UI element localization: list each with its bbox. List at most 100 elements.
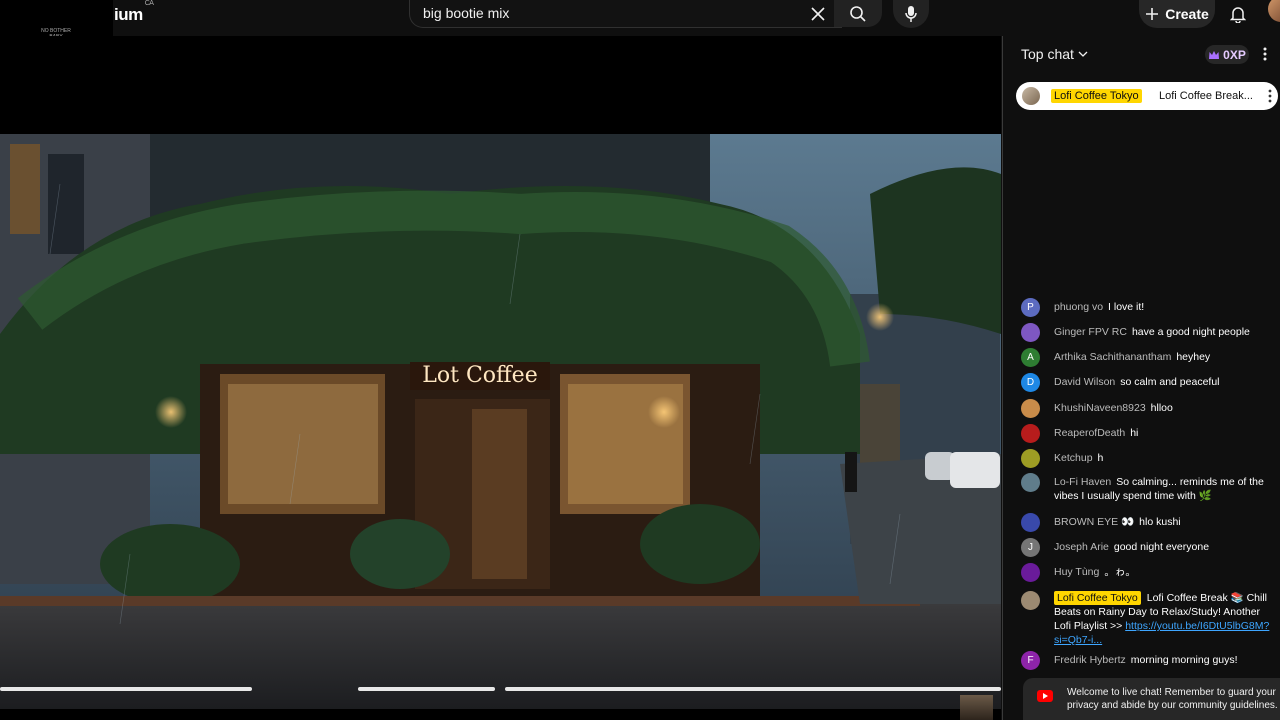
- chat-message[interactable]: A Arthika Sachithanantham heyhey: [1003, 348, 1280, 368]
- pinned-message[interactable]: Lofi Coffee Tokyo Lofi Coffee Break...: [1016, 82, 1278, 110]
- message-text: morning morning guys!: [1130, 654, 1238, 666]
- message-author[interactable]: Huy Tùng: [1054, 566, 1099, 578]
- message-line: BROWN EYE 👀 hlo kushi: [1054, 515, 1276, 529]
- message-author[interactable]: Arthika Sachithanantham: [1054, 351, 1171, 363]
- message-author[interactable]: KhushiNaveen8923: [1054, 402, 1146, 414]
- chat-message[interactable]: Ginger FPV RC have a good night people: [1003, 323, 1280, 343]
- chat-message[interactable]: ReaperofDeath hi: [1003, 424, 1280, 444]
- chat-title: Top chat: [1021, 46, 1074, 62]
- chat-message[interactable]: KhushiNaveen8923 hlloo: [1003, 399, 1280, 419]
- message-text: have a good night people: [1131, 326, 1250, 338]
- welcome-text: Welcome to live chat! Remember to guard …: [1067, 687, 1278, 711]
- avatar[interactable]: A: [1021, 348, 1040, 367]
- chat-message[interactable]: Pphuong vo I love it!: [1003, 298, 1280, 318]
- message-text: so calm and peaceful: [1120, 376, 1220, 388]
- message-author[interactable]: Joseph Arie: [1054, 541, 1109, 553]
- chat-message[interactable]: F Fredrik Hybertz morning morning guys!: [1003, 651, 1280, 671]
- message-text: I love it!: [1108, 301, 1145, 313]
- video-frame[interactable]: Lot Coffee: [0, 134, 1001, 709]
- notifications-button[interactable]: [1224, 2, 1252, 26]
- xp-badge[interactable]: 0XP: [1205, 45, 1249, 64]
- clear-search-button[interactable]: [806, 2, 830, 26]
- bell-icon: [1230, 7, 1246, 23]
- welcome-banner: Welcome to live chat! Remember to guard …: [1023, 678, 1280, 720]
- message-author[interactable]: Ginger FPV RC: [1054, 326, 1127, 338]
- message-author[interactable]: BROWN EYE 👀: [1054, 516, 1134, 528]
- search-button[interactable]: [834, 0, 882, 27]
- message-line: Fredrik Hybertz morning morning guys!: [1054, 653, 1276, 667]
- message-line: Huy Tùng 。ゎ。: [1054, 565, 1276, 579]
- avatar[interactable]: [1021, 563, 1040, 582]
- message-line: phuong vo I love it!: [1054, 300, 1276, 314]
- microphone-icon: [905, 6, 917, 22]
- message-line: Lo-Fi Haven So calming... reminds me of t…: [1054, 475, 1276, 503]
- message-author[interactable]: phuong vo: [1054, 301, 1103, 313]
- message-line: Joseph Arie good night everyone: [1054, 540, 1276, 554]
- chat-message[interactable]: BROWN EYE 👀 hlo kushi: [1003, 513, 1280, 533]
- message-author[interactable]: Ketchup: [1054, 452, 1093, 464]
- avatar[interactable]: [1021, 513, 1040, 532]
- message-line: Lofi Coffee Tokyo Lofi Coffee Break 📚 Chi…: [1054, 591, 1276, 647]
- create-button[interactable]: Create: [1139, 0, 1215, 28]
- chat-message[interactable]: Lo-Fi Haven So calming... reminds me of t…: [1003, 473, 1280, 507]
- chat-message[interactable]: Huy Tùng 。ゎ。: [1003, 563, 1280, 583]
- message-author[interactable]: Lo-Fi Haven: [1054, 476, 1111, 488]
- video-player[interactable]: Lot Coffee: [0, 36, 1001, 720]
- search-icon: [850, 5, 866, 22]
- avatar[interactable]: [1021, 473, 1040, 492]
- message-author[interactable]: ReaperofDeath: [1054, 427, 1125, 439]
- chat-message[interactable]: Lofi Coffee Tokyo Lofi Coffee Break 📚 Chi…: [1003, 589, 1280, 647]
- search-value: big bootie mix: [423, 5, 510, 21]
- crown-icon: [1209, 50, 1220, 59]
- progress-segment[interactable]: [358, 687, 495, 691]
- avatar[interactable]: [1021, 449, 1040, 468]
- youtube-icon: [1037, 690, 1053, 702]
- chat-message[interactable]: D David Wilson so calm and peaceful: [1003, 373, 1280, 393]
- progress-segment[interactable]: [0, 687, 252, 691]
- avatar[interactable]: D: [1021, 373, 1040, 392]
- message-text: hlo kushi: [1139, 516, 1181, 528]
- cafe-sign-text: Lot Coffee: [422, 363, 537, 388]
- progress-bar[interactable]: [0, 687, 1001, 692]
- message-author[interactable]: Lofi Coffee Tokyo: [1054, 591, 1141, 605]
- message-line: Ketchup h: [1054, 451, 1276, 465]
- message-author[interactable]: David Wilson: [1054, 376, 1115, 388]
- chat-header: Top chat 0XP: [1003, 36, 1280, 72]
- avatar[interactable]: J: [1021, 538, 1040, 557]
- plus-icon: [1146, 8, 1159, 20]
- avatar: [1022, 87, 1040, 105]
- progress-segment[interactable]: [505, 687, 1001, 691]
- voice-search-button[interactable]: [893, 0, 929, 28]
- avatar[interactable]: [1021, 323, 1040, 342]
- chat-mode-dropdown[interactable]: Top chat: [1021, 46, 1088, 62]
- live-chat-panel: Top chat 0XP Lofi Coffee Tokyo Lofi Coff…: [1002, 36, 1280, 720]
- message-line: Arthika Sachithanantham heyhey: [1054, 350, 1276, 364]
- message-text: hi: [1130, 427, 1139, 439]
- avatar[interactable]: [1021, 424, 1040, 443]
- more-vert-icon[interactable]: [1266, 89, 1274, 103]
- chat-message[interactable]: J Joseph Arie good night everyone: [1003, 538, 1280, 558]
- chat-message[interactable]: Ketchup h: [1003, 449, 1280, 469]
- message-text: good night everyone: [1113, 541, 1210, 553]
- rainy-cafe-scene: Lot Coffee: [0, 134, 1001, 709]
- top-bar: NO BOTHER BABY iumCA big bootie mix Crea…: [0, 0, 1280, 64]
- search-input[interactable]: big bootie mix: [409, 0, 842, 28]
- xp-value: 0XP: [1223, 47, 1246, 62]
- brand-text: ium: [114, 5, 143, 24]
- message-line: Ginger FPV RC have a good night people: [1054, 325, 1276, 339]
- avatar[interactable]: P: [1021, 298, 1040, 317]
- chevron-down-icon: [1078, 51, 1088, 57]
- message-line: ReaperofDeath hi: [1054, 426, 1276, 440]
- brand-logo[interactable]: iumCA: [114, 0, 154, 25]
- chat-more-button[interactable]: [1259, 45, 1271, 63]
- account-avatar[interactable]: [1266, 0, 1280, 22]
- avatar[interactable]: [1021, 399, 1040, 418]
- miniplayer-thumbnail[interactable]: [960, 695, 993, 720]
- message-author[interactable]: Fredrik Hybertz: [1054, 654, 1126, 666]
- avatar[interactable]: [1021, 591, 1040, 610]
- message-line: David Wilson so calm and peaceful: [1054, 375, 1276, 389]
- message-line: KhushiNaveen8923 hlloo: [1054, 401, 1276, 415]
- message-text: 。ゎ。: [1104, 566, 1136, 578]
- close-icon: [811, 7, 825, 21]
- avatar[interactable]: F: [1021, 651, 1040, 670]
